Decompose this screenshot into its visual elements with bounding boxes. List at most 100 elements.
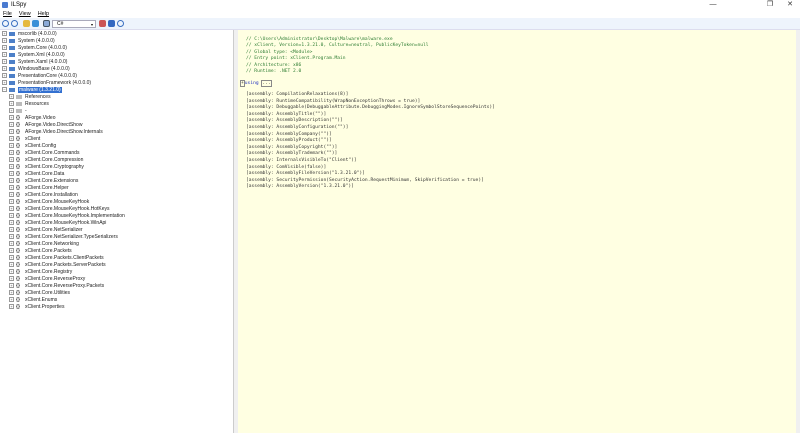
sort-icon[interactable] bbox=[99, 20, 106, 27]
tree-assembly[interactable]: + System.Xaml (4.0.0.0) bbox=[2, 59, 67, 66]
expand-icon[interactable]: + bbox=[9, 283, 14, 289]
expand-icon[interactable]: + bbox=[9, 122, 14, 128]
expand-icon[interactable]: + bbox=[9, 101, 14, 107]
expand-icon[interactable]: + bbox=[9, 297, 14, 303]
tree-assembly-malware[interactable]: − malware (1.3.21.0) bbox=[2, 87, 62, 94]
tree-namespace[interactable]: +{} xClient.Core.Packets bbox=[9, 248, 72, 255]
show-internal-icon[interactable] bbox=[43, 20, 50, 27]
collapse-icon[interactable]: − bbox=[2, 87, 7, 93]
tree-assembly[interactable]: + mscorlib (4.0.0.0) bbox=[2, 31, 57, 38]
expand-icon[interactable]: + bbox=[2, 66, 7, 72]
using-block[interactable]: +using ... bbox=[240, 80, 272, 87]
close-button[interactable]: ✕ bbox=[780, 0, 800, 10]
expand-icon[interactable]: + bbox=[9, 304, 14, 310]
tree-namespace[interactable]: +{} xClient.Properties bbox=[9, 304, 64, 311]
expand-icon[interactable]: + bbox=[9, 150, 14, 156]
tree-namespace[interactable]: +{} AForge.Video.DirectShow bbox=[9, 122, 82, 129]
tree-namespace[interactable]: +{} AForge.Video bbox=[9, 115, 55, 122]
expand-icon[interactable]: + bbox=[9, 115, 14, 121]
tree-namespace[interactable]: +{} xClient.Core.MouseKeyHook bbox=[9, 199, 89, 206]
expand-icon[interactable]: + bbox=[9, 143, 14, 149]
expand-icon[interactable]: + bbox=[9, 241, 14, 247]
tree-namespace[interactable]: +{} xClient.Core.Compression bbox=[9, 157, 83, 164]
language-select[interactable]: C# ▾ bbox=[52, 20, 96, 28]
expand-icon[interactable]: + bbox=[9, 234, 14, 240]
tree-namespace[interactable]: +{} xClient.Core.Cryptography bbox=[9, 164, 84, 171]
tree-namespace[interactable]: +{} AForge.Video.DirectShow.Internals bbox=[9, 129, 103, 136]
back-icon[interactable] bbox=[2, 20, 9, 27]
expand-icon[interactable]: + bbox=[9, 227, 14, 233]
expand-icon[interactable]: + bbox=[9, 129, 14, 135]
expand-icon[interactable]: + bbox=[9, 269, 14, 275]
menu-file[interactable]: File bbox=[3, 11, 12, 17]
tree-assembly[interactable]: + System.Core (4.0.0.0) bbox=[2, 45, 67, 52]
code-view[interactable]: // C:\Users\Administrator\Desktop\Malwar… bbox=[238, 30, 800, 433]
tree-assembly[interactable]: + PresentationFramework (4.0.0.0) bbox=[2, 80, 91, 87]
expand-icon[interactable]: + bbox=[9, 164, 14, 170]
expand-icon[interactable]: + bbox=[9, 171, 14, 177]
collapsed-using[interactable]: ... bbox=[261, 80, 272, 87]
expand-icon[interactable]: + bbox=[2, 80, 7, 86]
expand-icon[interactable]: + bbox=[9, 185, 14, 191]
scrollbar[interactable] bbox=[796, 30, 800, 433]
tree-namespace[interactable]: +{} xClient.Core.MouseKeyHook.WinApi bbox=[9, 220, 106, 227]
expand-icon[interactable]: + bbox=[9, 199, 14, 205]
tree-namespace[interactable]: +{} xClient.Core.MouseKeyHook.Implementat… bbox=[9, 213, 125, 220]
expand-icon[interactable]: + bbox=[9, 213, 14, 219]
expand-icon[interactable]: + bbox=[9, 220, 14, 226]
expand-icon[interactable]: + bbox=[9, 178, 14, 184]
tree-namespace[interactable]: +{} xClient.Core.ReverseProxy.Packets bbox=[9, 283, 104, 290]
search-icon[interactable] bbox=[117, 20, 124, 27]
tree-namespace[interactable]: +{} xClient.Core.Packets.ServerPackets bbox=[9, 262, 106, 269]
reload-icon[interactable] bbox=[32, 20, 39, 27]
expand-icon[interactable]: + bbox=[2, 31, 7, 37]
tree-namespace[interactable]: +{} xClient.Core.ReverseProxy bbox=[9, 276, 85, 283]
expand-icon[interactable]: + bbox=[2, 38, 7, 44]
tree-namespace[interactable]: +{} xClient.Core.MouseKeyHook.HotKeys bbox=[9, 206, 109, 213]
minimize-button[interactable]: — bbox=[703, 0, 723, 10]
tree-node[interactable]: + Resources bbox=[9, 101, 49, 108]
tree-namespace[interactable]: +{} xClient.Core.Helper bbox=[9, 185, 69, 192]
expand-icon[interactable]: + bbox=[9, 192, 14, 198]
tree-assembly[interactable]: + System (4.0.0.0) bbox=[2, 38, 55, 45]
menu-view[interactable]: View bbox=[19, 11, 31, 17]
maximize-button[interactable]: ❐ bbox=[760, 0, 780, 10]
expand-icon[interactable]: + bbox=[2, 52, 7, 58]
expand-icon[interactable]: + bbox=[2, 59, 7, 65]
tree-assembly[interactable]: + System.Xml (4.0.0.0) bbox=[2, 52, 65, 59]
expand-icon[interactable]: + bbox=[9, 108, 14, 114]
tree-namespace[interactable]: +{} xClient.Core.Extensions bbox=[9, 178, 78, 185]
tree-namespace[interactable]: +{} xClient.Config bbox=[9, 143, 56, 150]
tree-namespace[interactable]: +{} xClient.Enums bbox=[9, 297, 57, 304]
tree-namespace[interactable]: +{} xClient.Core.Data bbox=[9, 171, 64, 178]
tree-assembly[interactable]: + PresentationCore (4.0.0.0) bbox=[2, 73, 77, 80]
expand-icon[interactable]: + bbox=[9, 255, 14, 261]
expand-icon[interactable]: + bbox=[2, 73, 7, 79]
tree-node[interactable]: + - bbox=[9, 108, 27, 115]
tree-namespace[interactable]: +{} xClient.Core.Networking bbox=[9, 241, 79, 248]
forward-icon[interactable] bbox=[11, 20, 18, 27]
book-icon[interactable] bbox=[108, 20, 115, 27]
expand-icon[interactable]: + bbox=[9, 290, 14, 296]
open-icon[interactable] bbox=[23, 20, 30, 27]
tree-namespace[interactable]: +{} xClient.Core.Installation bbox=[9, 192, 78, 199]
tree-namespace[interactable]: +{} xClient.Core.Utilities bbox=[9, 290, 70, 297]
tree-namespace[interactable]: +{} xClient bbox=[9, 136, 40, 143]
assembly-tree[interactable]: + mscorlib (4.0.0.0) + System (4.0.0.0) + Sys… bbox=[0, 30, 234, 433]
tree-assembly[interactable]: + WindowsBase (4.0.0.0) bbox=[2, 66, 70, 73]
expand-icon[interactable]: + bbox=[9, 248, 14, 254]
expand-icon[interactable]: + bbox=[2, 45, 7, 51]
expand-icon[interactable]: + bbox=[9, 94, 14, 100]
expand-icon[interactable]: + bbox=[9, 262, 14, 268]
tree-node[interactable]: + References bbox=[9, 94, 51, 101]
tree-namespace[interactable]: +{} xClient.Core.Packets.ClientPackets bbox=[9, 255, 104, 262]
menu-help[interactable]: Help bbox=[38, 11, 49, 17]
expand-icon[interactable]: + bbox=[9, 276, 14, 282]
tree-namespace[interactable]: +{} xClient.Core.Commands bbox=[9, 150, 79, 157]
tree-namespace[interactable]: +{} xClient.Core.NetSerializer.TypeSerial… bbox=[9, 234, 118, 241]
expand-icon[interactable]: + bbox=[9, 157, 14, 163]
expand-icon[interactable]: + bbox=[9, 136, 14, 142]
expand-icon[interactable]: + bbox=[9, 206, 14, 212]
tree-namespace[interactable]: +{} xClient.Core.Registry bbox=[9, 269, 72, 276]
tree-namespace[interactable]: +{} xClient.Core.NetSerializer bbox=[9, 227, 83, 234]
